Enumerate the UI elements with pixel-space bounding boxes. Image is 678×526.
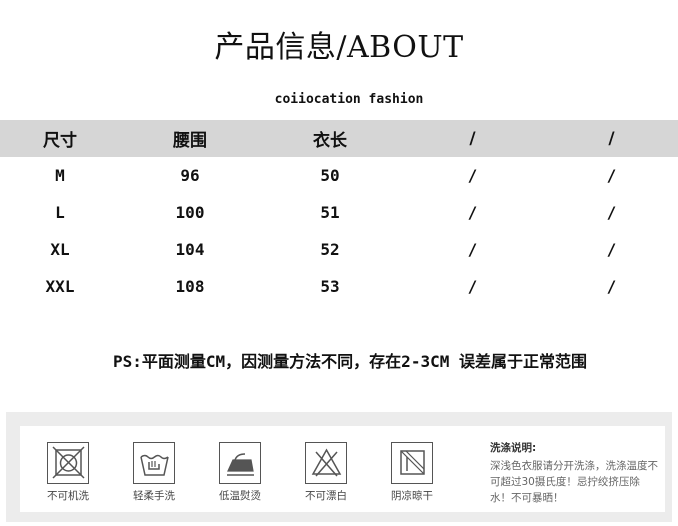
table-cell: / [606, 240, 617, 259]
header-size: 尺寸 [43, 131, 77, 151]
table-cell: 108 [175, 277, 205, 296]
table-row: L 100 51 / / [0, 194, 678, 231]
no-bleach-icon [305, 442, 347, 484]
header-blank-2: / [608, 128, 615, 149]
care-label: 不可漂白 [305, 490, 347, 502]
table-cell: / [606, 166, 617, 185]
table-header-row: 尺寸 腰围 衣长 / / [0, 120, 678, 157]
table-cell: XXL [45, 277, 75, 296]
table-cell: 96 [180, 166, 200, 185]
table-cell: 52 [320, 240, 340, 259]
shade-dry-icon [391, 442, 433, 484]
table-row: XL 104 52 / / [0, 231, 678, 268]
care-note: 洗涤说明: 深浅色衣服请分开洗涤，洗涤温度不可超过30摄氏度！忌拧绞挤压除水！不… [490, 440, 660, 506]
header-waist: 腰围 [173, 131, 207, 151]
hand-wash-icon [133, 442, 175, 484]
low-iron-icon [219, 442, 261, 484]
care-item-hand-wash: 轻柔手洗 [123, 442, 185, 503]
brand-subtitle: coiiocation fashion [274, 92, 424, 107]
header-blank-1: / [469, 128, 476, 149]
care-label: 阴凉晾干 [391, 490, 433, 502]
page-title: 产品信息/ABOUT [214, 30, 464, 65]
care-item-no-bleach: 不可漂白 [295, 442, 357, 503]
table-cell: 104 [175, 240, 205, 259]
care-label: 不可机洗 [47, 490, 89, 502]
care-panel: 不可机洗 轻柔手洗 低温熨烫 不可漂白 阴凉晾干 洗涤说明: 深浅色衣服请分开洗… [6, 412, 672, 522]
table-cell: L [55, 203, 65, 222]
no-machine-wash-icon [47, 442, 89, 484]
care-inner: 不可机洗 轻柔手洗 低温熨烫 不可漂白 阴凉晾干 洗涤说明: 深浅色衣服请分开洗… [20, 426, 665, 512]
table-cell: / [467, 203, 478, 222]
table-row: XXL 108 53 / / [0, 268, 678, 305]
table-cell: M [55, 166, 65, 185]
table-cell: 53 [320, 277, 340, 296]
table-cell: / [606, 203, 617, 222]
size-table: 尺寸 腰围 衣长 / / M 96 50 / / L 100 51 / / XL… [0, 120, 678, 305]
table-cell: / [467, 240, 478, 259]
table-row: M 96 50 / / [0, 157, 678, 194]
table-cell: 100 [175, 203, 205, 222]
care-item-shade-dry: 阴凉晾干 [381, 442, 443, 503]
table-cell: / [467, 166, 478, 185]
care-label: 轻柔手洗 [133, 490, 175, 502]
table-cell: XL [50, 240, 70, 259]
table-cell: / [467, 277, 478, 296]
care-note-text: 深浅色衣服请分开洗涤，洗涤温度不可超过30摄氏度！忌拧绞挤压除水！不可暴晒！ [490, 460, 658, 504]
measurement-note: PS:平面测量CM，因测量方法不同，存在2-3CM 误差属于正常范围 [113, 352, 587, 371]
care-note-title: 洗涤说明: [490, 442, 537, 454]
care-item-no-machine-wash: 不可机洗 [37, 442, 99, 503]
table-cell: / [606, 277, 617, 296]
table-cell: 50 [320, 166, 340, 185]
care-item-low-iron: 低温熨烫 [209, 442, 271, 503]
care-label: 低温熨烫 [219, 490, 261, 502]
header-length: 衣长 [313, 131, 347, 151]
table-cell: 51 [320, 203, 340, 222]
